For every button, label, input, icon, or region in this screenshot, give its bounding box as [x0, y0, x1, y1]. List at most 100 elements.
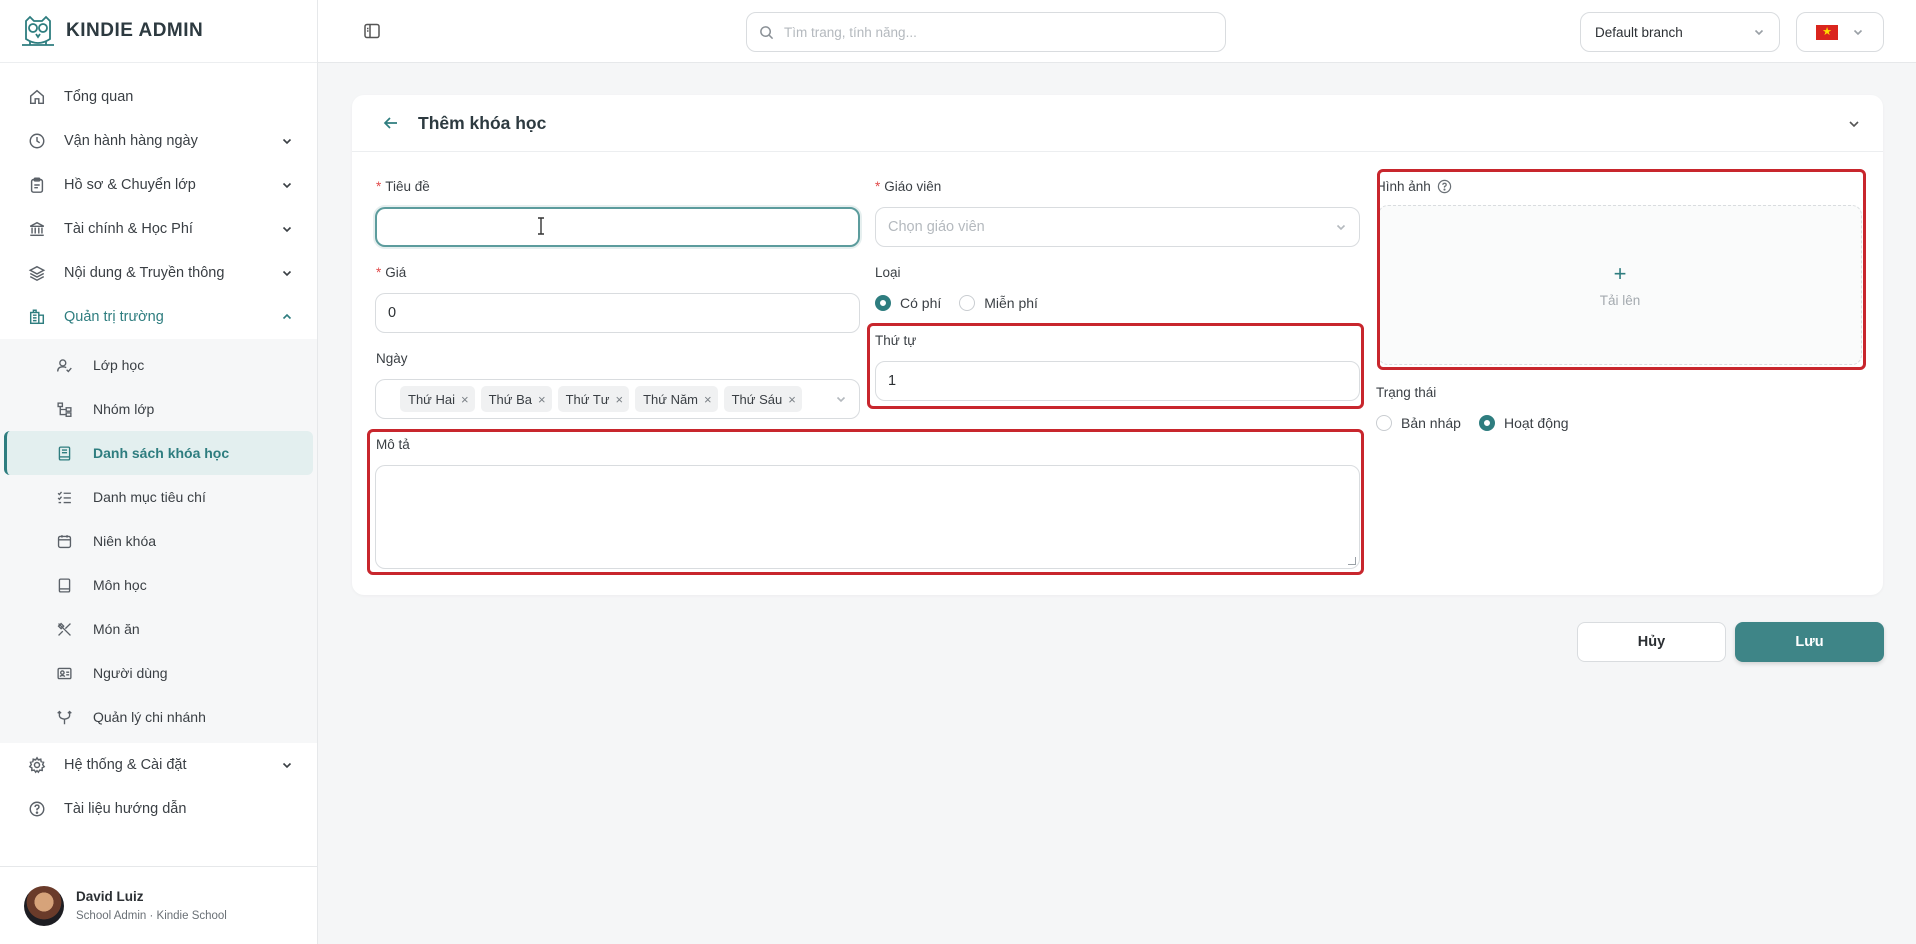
sidebar-subitem-class-groups[interactable]: Nhóm lớp — [4, 387, 313, 431]
sidebar-item-records[interactable]: Hồ sơ & Chuyển lớp — [0, 163, 317, 207]
day-tag-label: Thứ Tư — [565, 391, 610, 407]
utensils-icon — [57, 622, 71, 636]
owl-logo-icon — [22, 15, 54, 46]
day-tag: Thứ Sáu × — [723, 386, 802, 412]
order-input[interactable] — [888, 373, 1347, 389]
sidebar-subitem-subjects[interactable]: Môn học — [4, 563, 313, 607]
user-profile[interactable]: David Luiz School Admin · Kindie School — [0, 866, 318, 944]
book-icon — [58, 445, 71, 461]
image-field-label: Hình ảnh — [1376, 179, 1452, 194]
teacher-select-input[interactable] — [888, 219, 1335, 235]
radio-label: Hoạt động — [1503, 415, 1569, 431]
price-field[interactable] — [375, 293, 860, 333]
sidebar-subitem-label: Lớp học — [93, 357, 145, 373]
sidebar-item-finance[interactable]: Tài chính & Học Phí — [0, 207, 317, 251]
sidebar-subitem-label: Danh sách khóa học — [93, 445, 230, 461]
sidebar-item-system-settings[interactable]: Hệ thống & Cài đặt — [0, 743, 317, 787]
chevron-up-icon — [282, 313, 292, 320]
required-mark: * — [376, 179, 382, 194]
radio-unchecked — [1376, 415, 1392, 431]
status-radio-active[interactable]: Hoạt động — [1478, 415, 1569, 431]
type-radio-paid[interactable]: Có phí — [875, 295, 941, 311]
sidebar-item-label: Vận hành hàng ngày — [64, 133, 198, 149]
title-label-text: Tiêu đề — [385, 179, 430, 194]
cancel-button[interactable]: Hủy — [1577, 622, 1726, 662]
sidebar-subitem-dishes[interactable]: Món ăn — [4, 607, 313, 651]
sidebar-item-label: Hồ sơ & Chuyển lớp — [64, 177, 196, 193]
gear-icon — [28, 756, 46, 774]
sidebar-item-overview[interactable]: Tổng quan — [0, 75, 317, 119]
close-icon[interactable]: × — [615, 392, 623, 407]
chevron-down-icon — [282, 270, 292, 277]
radio-label: Miễn phí — [984, 295, 1038, 311]
chevron-down-icon — [1336, 224, 1346, 231]
chevron-down-icon — [282, 182, 292, 189]
image-upload-dropzone[interactable]: + Tải lên — [1378, 205, 1862, 365]
days-multiselect[interactable]: Thứ Hai × Thứ Ba × Thứ Tư × Thứ Năm × Thứ Sá… — [375, 379, 860, 419]
clipboard-icon — [30, 177, 44, 193]
upload-label: Tải lên — [1599, 292, 1641, 308]
close-icon[interactable]: × — [788, 392, 796, 407]
close-icon[interactable]: × — [461, 392, 469, 407]
sidebar-item-label: Quản trị trường — [64, 309, 164, 325]
sidebar-subitem-label: Niên khóa — [93, 533, 157, 549]
description-field[interactable] — [375, 465, 1360, 569]
building-icon — [29, 309, 45, 325]
save-button[interactable]: Lưu — [1735, 622, 1884, 662]
branch-icon — [57, 710, 72, 724]
radio-label: Bản nháp — [1401, 415, 1461, 431]
main-nav: Tổng quan Vận hành hàng ngày Hồ sơ & Chu… — [0, 63, 317, 831]
status-radio-draft[interactable]: Bản nháp — [1376, 415, 1461, 431]
search-box[interactable] — [746, 12, 1226, 52]
description-textarea[interactable] — [376, 466, 1359, 568]
arrow-left-icon[interactable] — [382, 114, 400, 132]
branch-select[interactable]: Default branch — [1580, 12, 1780, 52]
day-tag-label: Thứ Năm — [643, 391, 699, 407]
required-mark: * — [376, 265, 382, 280]
list-check-icon — [57, 491, 71, 503]
search-input[interactable] — [784, 24, 1225, 40]
sidebar-item-label: Tài chính & Học Phí — [64, 221, 193, 237]
vn-flag-icon: ★ — [1816, 24, 1838, 40]
sidebar-item-documentation[interactable]: Tài liệu hướng dẫn — [0, 787, 317, 831]
teacher-label-text: Giáo viên — [884, 179, 942, 194]
sidebar-toggle-icon[interactable] — [363, 22, 381, 40]
clock-icon — [29, 133, 45, 149]
sidebar-subitem-criteria[interactable]: Danh mục tiêu chí — [4, 475, 313, 519]
question-circle-icon[interactable] — [1437, 179, 1452, 194]
title-field-label: * Tiêu đề — [376, 179, 430, 194]
close-icon[interactable]: × — [538, 392, 546, 407]
language-select[interactable]: ★ — [1796, 12, 1884, 52]
title-field[interactable] — [375, 207, 860, 247]
title-input[interactable] — [389, 219, 846, 235]
radio-checked — [1478, 415, 1495, 431]
sidebar-item-school-admin[interactable]: Quản trị trường — [0, 295, 317, 339]
resize-handle[interactable] — [1348, 557, 1356, 565]
close-icon[interactable]: × — [704, 392, 712, 407]
radio-label: Có phí — [900, 295, 942, 311]
teacher-select[interactable] — [875, 207, 1360, 247]
sidebar-subitem-branches[interactable]: Quản lý chi nhánh — [4, 695, 313, 739]
sidebar-item-daily-operations[interactable]: Vận hành hàng ngày — [0, 119, 317, 163]
id-card-icon — [57, 667, 72, 679]
order-field[interactable] — [875, 361, 1360, 401]
sidebar-subitem-users[interactable]: Người dùng — [4, 651, 313, 695]
sidebar-subitem-course-list[interactable]: Danh sách khóa học — [4, 431, 313, 475]
type-field-label: Loại — [875, 265, 901, 280]
chevron-down-icon — [1754, 29, 1764, 36]
chevron-down-icon — [282, 138, 292, 145]
calendar-icon — [57, 534, 72, 548]
sidebar-subitem-label: Người dùng — [93, 665, 168, 681]
type-radio-free[interactable]: Miễn phí — [959, 295, 1038, 311]
brand[interactable]: KINDIE ADMIN — [0, 0, 317, 63]
layers-icon — [28, 265, 46, 282]
sidebar-subitem-school-year[interactable]: Niên khóa — [4, 519, 313, 563]
sidebar-item-content[interactable]: Nội dung & Truyền thông — [0, 251, 317, 295]
required-mark: * — [875, 179, 881, 194]
chevron-down-icon[interactable] — [1847, 117, 1861, 131]
image-label-text: Hình ảnh — [1376, 179, 1431, 194]
sidebar-subitem-classes[interactable]: Lớp học — [4, 343, 313, 387]
user-name: David Luiz — [76, 889, 144, 904]
user-role: School Admin · Kindie School — [76, 910, 227, 922]
price-input[interactable] — [388, 305, 847, 321]
